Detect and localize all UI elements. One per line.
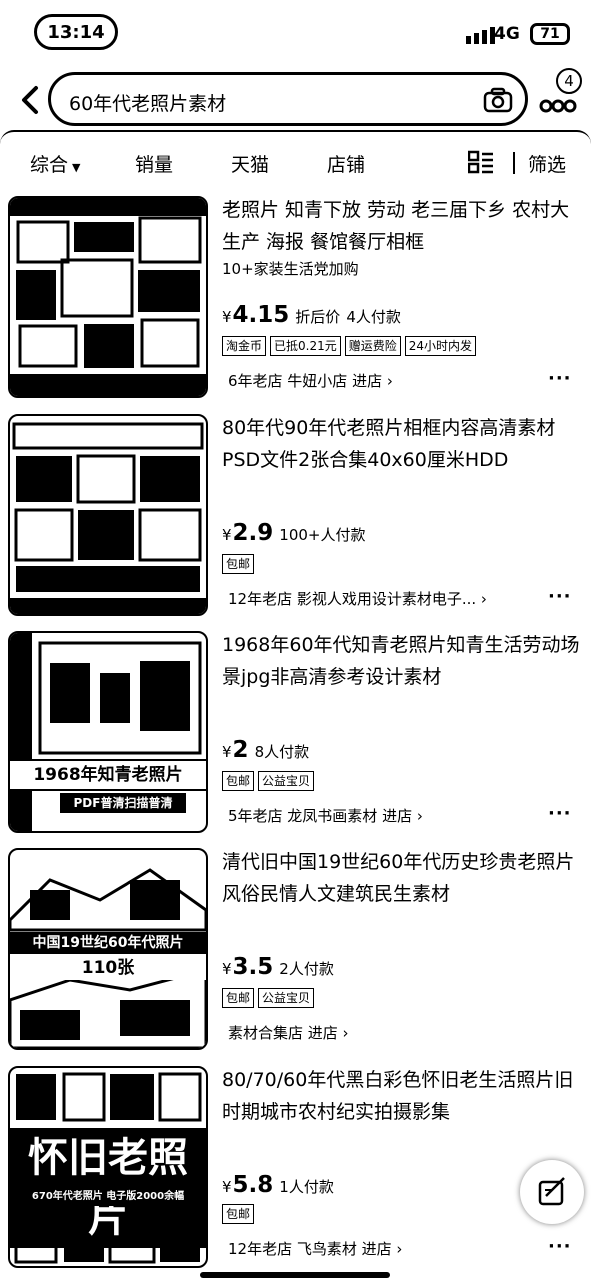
product-price: 3.5 — [232, 954, 274, 980]
paid-count: 4人付款 — [346, 308, 401, 326]
product-title: 1968年60年代知青老照片知青生活劳动场景jpg非高清参考设计素材 — [222, 634, 580, 688]
tag: 公益宝贝 — [258, 988, 315, 1008]
product-card[interactable]: 怀旧老照片 670年代老照片 电子版2000余幅 80/70/60年代黑白彩色怀… — [0, 1060, 591, 1270]
tag-list: 淘金币 已抵0.21元 赠运费险 24小时内发 — [222, 336, 477, 356]
price-row: ¥ 2.9 100+人付款 — [222, 520, 366, 546]
signal-icon — [466, 27, 495, 44]
tag: 包邮 — [222, 1204, 255, 1224]
product-title: 80年代90年代老照片相框内容高清素材PSD文件2张合集40x60厘米HDD — [222, 417, 556, 471]
edit-fab-button[interactable] — [520, 1160, 584, 1224]
search-row: 60年代老照片素材 — [0, 70, 591, 130]
thumb-subcaption: 110张 — [10, 956, 206, 980]
tag-list: 包邮 公益宝贝 — [222, 988, 315, 1008]
more-dots-icon[interactable]: ··· — [548, 586, 572, 607]
product-thumbnail[interactable]: 怀旧老照片 670年代老照片 电子版2000余幅 — [8, 1066, 208, 1268]
tag: 包邮 — [222, 554, 255, 574]
product-card[interactable]: 80年代90年代老照片相框内容高清素材PSD文件2张合集40x60厘米HDD ¥… — [0, 408, 591, 618]
filter-tmall[interactable]: 天猫 — [231, 150, 269, 177]
product-title: 清代旧中国19世纪60年代历史珍贵老照片风俗民情人文建筑民生素材 — [222, 851, 575, 905]
tag: 24小时内发 — [404, 336, 477, 356]
filter-bar: 综合 ▼ 销量 天猫 店铺 筛选 — [0, 130, 591, 192]
shop-link[interactable]: 12年老店 飞鸟素材 进店 › — [228, 1238, 402, 1259]
photo-collage-icon — [10, 422, 206, 614]
product-thumbnail[interactable]: 1968年知青老照片 PDF普清扫描普清 — [8, 631, 208, 833]
filter-divider — [513, 152, 515, 174]
filter-shop[interactable]: 店铺 — [327, 150, 365, 177]
product-card[interactable]: 1968年知青老照片 PDF普清扫描普清 1968年60年代知青老照片知青生活劳… — [0, 625, 591, 835]
paid-count: 1人付款 — [279, 1178, 334, 1196]
currency-symbol: ¥ — [222, 743, 232, 761]
price-row: ¥ 3.5 2人付款 — [222, 954, 334, 980]
edit-icon — [538, 1177, 565, 1206]
product-price: 2.9 — [232, 520, 274, 546]
paid-count: 100+人付款 — [279, 526, 366, 544]
tag: 公益宝贝 — [258, 771, 315, 791]
more-dots-icon[interactable]: ··· — [548, 368, 572, 389]
currency-symbol: ¥ — [222, 308, 232, 326]
price-row: ¥ 4.15 折后价 4人付款 — [222, 302, 401, 328]
product-thumbnail[interactable] — [8, 196, 208, 398]
tag: 包邮 — [222, 988, 255, 1008]
shop-link[interactable]: 6年老店 牛妞小店 进店 › — [228, 370, 393, 391]
thumb-caption: 1968年知青老照片 — [10, 759, 206, 791]
paid-count: 2人付款 — [279, 960, 334, 978]
status-bar: 13:14 4G 71 — [0, 0, 591, 64]
thumb-caption: 中国19世纪60年代照片 — [10, 932, 206, 954]
grid-list-icon[interactable] — [468, 150, 494, 174]
cart-badge: 4 — [556, 68, 582, 94]
currency-symbol: ¥ — [222, 1178, 232, 1196]
tag: 赠运费险 — [344, 336, 401, 356]
status-time: 13:14 — [34, 14, 118, 50]
price-note: 折后价 — [295, 308, 341, 326]
more-dots-icon[interactable]: ··· — [548, 1236, 572, 1257]
product-card[interactable]: 中国19世纪60年代照片 110张 清代旧中国19世纪60年代历史珍贵老照片风俗… — [0, 842, 591, 1052]
shop-link[interactable]: 5年老店 龙凤书画素材 进店 › — [228, 805, 423, 826]
currency-symbol: ¥ — [222, 960, 232, 978]
paid-count: 8人付款 — [254, 743, 310, 761]
product-card[interactable]: 老照片 知青下放 劳动 老三届下乡 农村大生产 海报 餐馆餐厅相框 10+家装生… — [0, 190, 591, 400]
more-dots-icon[interactable]: ··· — [548, 803, 572, 824]
filter-filter[interactable]: 筛选 — [528, 150, 566, 177]
tag-list: 包邮 — [222, 554, 255, 574]
product-subtitle: 10+家装生活党加购 — [222, 260, 359, 278]
price-row: ¥ 2 8人付款 — [222, 737, 309, 763]
tag-list: 包邮 公益宝贝 — [222, 771, 315, 791]
shop-link[interactable]: 素材合集店 进店 › — [228, 1022, 349, 1043]
thumb-subcaption: 670年代老照片 电子版2000余幅 — [10, 1188, 206, 1206]
product-title: 80/70/60年代黑白彩色怀旧老生活照片旧时期城市农村纪实拍摄影集 — [222, 1069, 574, 1123]
network-label: 4G — [494, 24, 520, 44]
price-row: ¥ 5.8 1人付款 — [222, 1172, 334, 1198]
shop-link[interactable]: 12年老店 影视人戏用设计素材电子... › — [228, 588, 487, 609]
search-query: 60年代老照片素材 — [69, 93, 227, 115]
thumb-subcaption: PDF普清扫描普清 — [60, 793, 186, 813]
product-price: 5.8 — [232, 1172, 274, 1198]
product-price: 4.15 — [232, 302, 290, 328]
filter-sales[interactable]: 销量 — [135, 150, 173, 177]
camera-icon[interactable] — [483, 87, 513, 113]
home-indicator — [200, 1272, 390, 1278]
product-price: 2 — [232, 737, 249, 763]
tag: 包邮 — [222, 771, 255, 791]
chevron-left-icon[interactable] — [16, 84, 44, 116]
tag: 已抵0.21元 — [270, 336, 341, 356]
product-title: 老照片 知青下放 劳动 老三届下乡 农村大生产 海报 餐馆餐厅相框 — [222, 199, 570, 253]
currency-symbol: ¥ — [222, 526, 232, 544]
product-thumbnail[interactable] — [8, 414, 208, 616]
photo-collage-icon — [10, 198, 206, 396]
filter-comprehensive[interactable]: 综合 ▼ — [30, 150, 80, 177]
tag: 淘金币 — [222, 336, 267, 356]
tag-list: 包邮 — [222, 1204, 255, 1224]
search-input[interactable]: 60年代老照片素材 — [48, 72, 528, 126]
battery-icon: 71 — [530, 23, 570, 45]
product-thumbnail[interactable]: 中国19世纪60年代照片 110张 — [8, 848, 208, 1050]
caret-down-icon: ▼ — [72, 161, 81, 174]
